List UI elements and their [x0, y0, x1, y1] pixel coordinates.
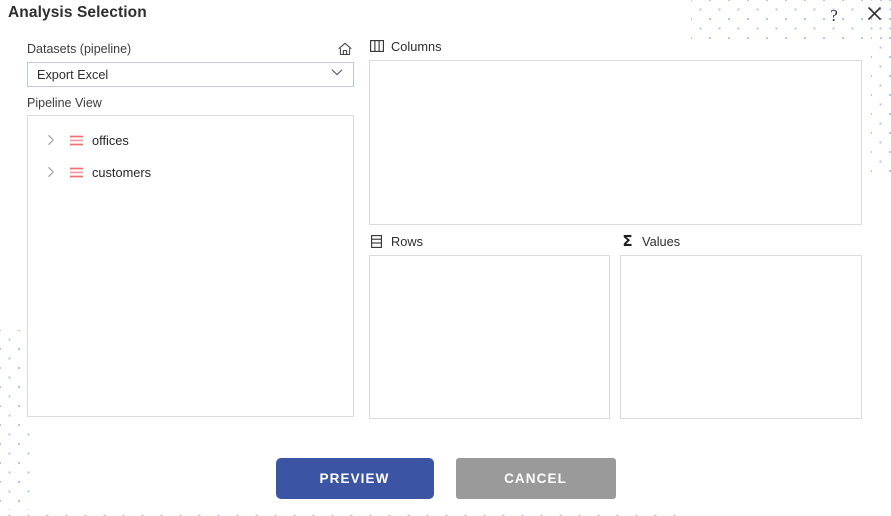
sigma-icon: Σ [620, 231, 635, 250]
columns-label: Columns [391, 38, 442, 54]
close-button[interactable] [863, 4, 885, 26]
dataset-select-value: Export Excel [37, 67, 109, 82]
rows-icon [369, 234, 384, 249]
datasets-column: Datasets (pipeline) Export Excel Pipelin… [27, 40, 354, 417]
datasets-label-row: Datasets (pipeline) [27, 40, 354, 58]
pipeline-tree-panel[interactable]: offices customers [27, 115, 354, 417]
chevron-down-icon [329, 64, 345, 85]
values-drop-zone[interactable] [620, 255, 862, 419]
preview-button[interactable]: PREVIEW [275, 458, 434, 499]
list-lines-icon [66, 134, 86, 147]
columns-icon [369, 39, 384, 54]
chevron-right-icon[interactable] [40, 133, 62, 147]
rows-section: Rows [369, 232, 610, 419]
columns-header: Columns [369, 37, 862, 55]
window-controls: ? [823, 0, 885, 30]
cancel-button[interactable]: CANCEL [455, 458, 616, 499]
values-label: Values [642, 233, 681, 249]
values-section: Σ Values [620, 232, 862, 419]
list-lines-icon [66, 166, 86, 179]
dataset-select[interactable]: Export Excel [27, 62, 354, 87]
columns-section: Columns [369, 37, 862, 225]
dialog-actions: PREVIEW CANCEL [0, 458, 891, 499]
datasets-label: Datasets (pipeline) [27, 42, 132, 56]
tree-item-offices[interactable]: offices [28, 124, 353, 156]
tree-item-label: offices [92, 132, 129, 148]
chevron-right-icon[interactable] [40, 165, 62, 179]
rows-drop-zone[interactable] [369, 255, 610, 419]
tree-item-customers[interactable]: customers [28, 156, 353, 188]
values-header: Σ Values [620, 232, 862, 250]
page-title: Analysis Selection [8, 4, 147, 21]
question-mark-icon: ? [830, 5, 838, 25]
help-button[interactable]: ? [823, 4, 845, 26]
columns-drop-zone[interactable] [369, 60, 862, 225]
home-icon[interactable] [336, 40, 354, 58]
sigma-glyph: Σ [622, 231, 633, 250]
analysis-selection-dialog: Analysis Selection ? Datasets (pipeline) [0, 0, 891, 516]
rows-label: Rows [391, 233, 423, 249]
dot-pattern-bottom-edge [0, 502, 680, 516]
tree-item-label: customers [92, 164, 152, 180]
rows-header: Rows [369, 232, 610, 250]
close-icon [867, 6, 882, 24]
pipeline-view-label: Pipeline View [27, 96, 102, 110]
